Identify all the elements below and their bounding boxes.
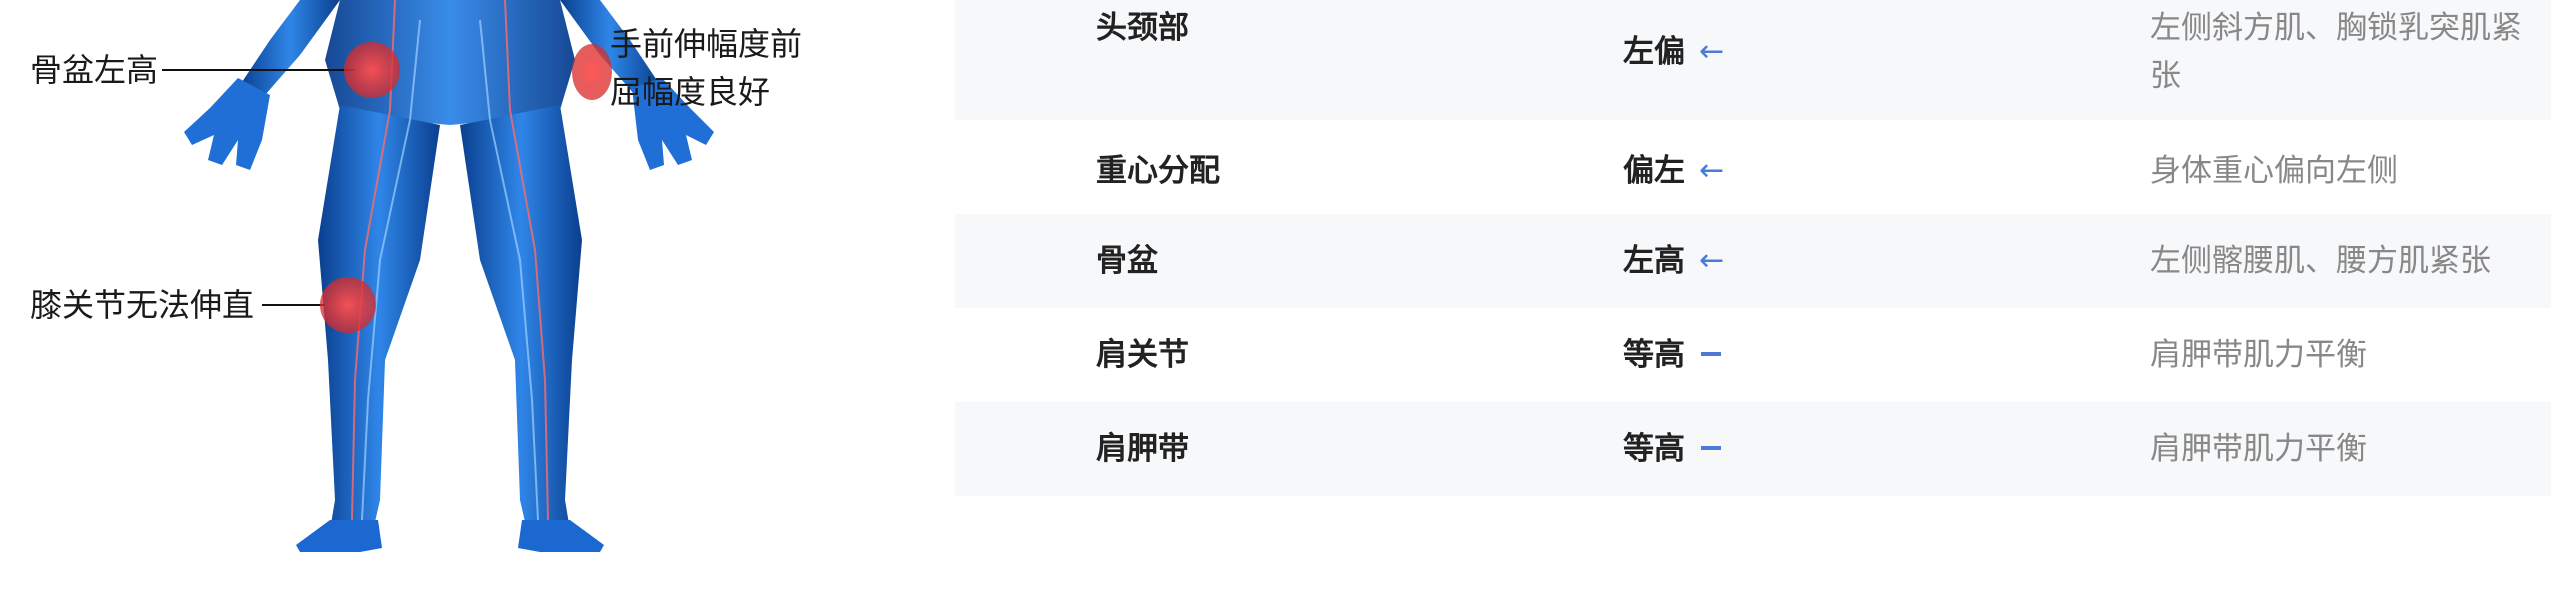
status-value: 左偏 [1623, 34, 1685, 70]
status-value: 左高 [1623, 243, 1685, 279]
arm-marker [572, 44, 612, 100]
note-cell: 身体重心偏向左侧 [2150, 153, 2398, 189]
table-row: 骨盆 左高 ← 左侧髂腰肌、腰方肌紧张 [955, 214, 2551, 308]
knee-callout-label: 膝关节无法伸直 [30, 286, 255, 324]
dash-icon [1701, 445, 1721, 450]
status-value: 偏左 [1623, 153, 1685, 189]
assessment-screen: 骨盆左高 手前伸幅度前屈幅度良好 膝关节无法伸直 头颈部 左偏 ← 左侧斜方肌、胸… [0, 0, 2551, 609]
arrow-left-icon: ← [1699, 243, 1725, 278]
arm-callout-label: 手前伸幅度前屈幅度良好 [610, 25, 803, 111]
status-cell: 等高 [1623, 425, 1721, 473]
status-value: 等高 [1623, 431, 1685, 467]
pelvis-callout-label: 骨盆左高 [30, 51, 159, 89]
table-row: 肩关节 等高 肩胛带肌力平衡 [955, 308, 2551, 402]
note-cell: 左侧髂腰肌、腰方肌紧张 [2150, 243, 2491, 279]
posture-table: 头颈部 左偏 ← 左侧斜方肌、胸锁乳突肌紧张 重心分配 偏左 ← 身体重心偏向左侧 … [955, 0, 2551, 500]
left-hand-shape [184, 78, 270, 170]
table-row: 头颈部 左偏 ← 左侧斜方肌、胸锁乳突肌紧张 [955, 0, 2551, 120]
pelvis-marker [344, 42, 400, 98]
body-part-cell: 骨盆 [1096, 243, 1158, 279]
body-part-cell: 肩胛带 [1096, 431, 1189, 467]
knee-marker [320, 277, 376, 333]
status-cell: 等高 [1623, 331, 1721, 379]
dash-icon [1701, 351, 1721, 356]
arrow-left-icon: ← [1699, 34, 1725, 69]
right-foot-shape [518, 520, 604, 552]
status-value: 等高 [1623, 337, 1685, 373]
body-part-cell: 肩关节 [1096, 337, 1189, 373]
table-row: 肩胛带 等高 肩胛带肌力平衡 [955, 402, 2551, 496]
note-cell: 肩胛带肌力平衡 [2150, 431, 2367, 467]
status-cell: 左偏 ← [1623, 28, 1724, 76]
table-row: 重心分配 偏左 ← 身体重心偏向左侧 [955, 120, 2551, 214]
body-part-cell: 重心分配 [1096, 153, 1220, 189]
arrow-left-icon: ← [1699, 153, 1725, 188]
left-foot-shape [296, 520, 382, 552]
body-figure-panel: 骨盆左高 手前伸幅度前屈幅度良好 膝关节无法伸直 [0, 0, 950, 609]
status-cell: 偏左 ← [1623, 147, 1724, 195]
status-cell: 左高 ← [1623, 237, 1724, 285]
note-cell: 肩胛带肌力平衡 [2150, 337, 2367, 373]
note-cell: 左侧斜方肌、胸锁乳突肌紧张 [2150, 10, 2522, 94]
body-part-cell: 头颈部 [1096, 10, 1189, 46]
left-arm-shape [240, 0, 340, 95]
